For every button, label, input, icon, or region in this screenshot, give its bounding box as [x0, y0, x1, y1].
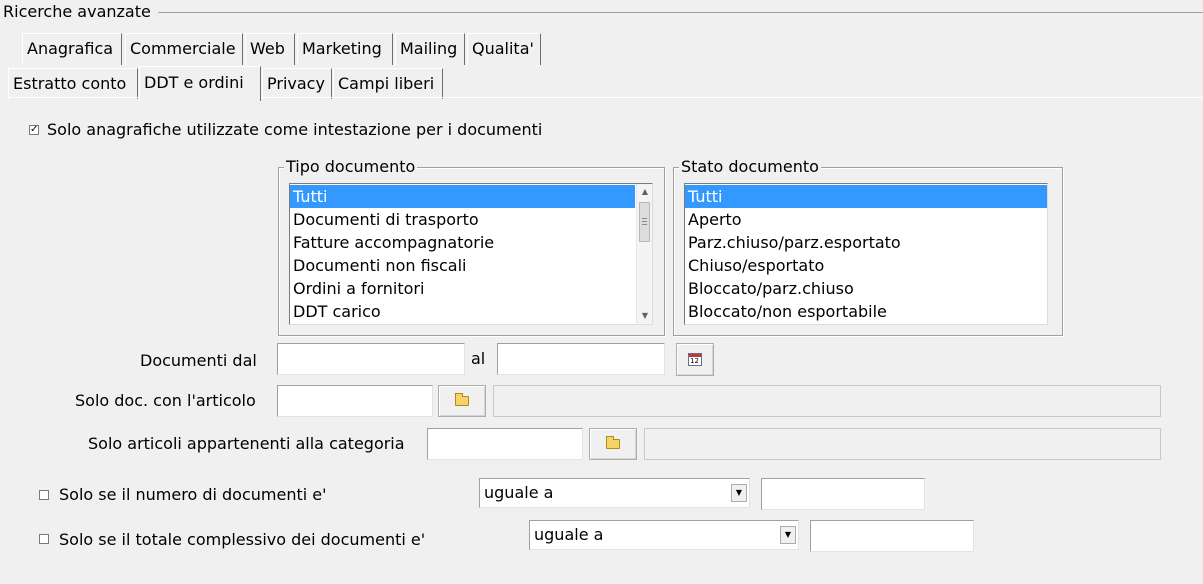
- categoria-code-input[interactable]: [427, 428, 583, 460]
- documenti-dal-input[interactable]: [277, 343, 465, 375]
- calendar-icon: 12: [688, 353, 702, 366]
- solo-anagrafiche-checkbox[interactable]: ✓: [29, 125, 39, 135]
- list-item[interactable]: Fatture accompagnatorie: [290, 231, 635, 254]
- totale-documenti-checkbox[interactable]: [39, 534, 49, 544]
- scroll-up-icon[interactable]: ▲: [637, 184, 652, 200]
- categoria-browse-button[interactable]: [589, 428, 637, 460]
- documenti-dal-label: Documenti dal: [140, 351, 257, 370]
- stato-documento-title: Stato documento: [679, 157, 821, 177]
- solo-categoria-label: Solo articoli appartenenti alla categori…: [88, 434, 405, 453]
- list-item[interactable]: Documenti non fiscali: [290, 254, 635, 277]
- list-item[interactable]: Chiuso/esportato: [685, 254, 1047, 277]
- list-item[interactable]: Parz.chiuso/parz.esportato: [685, 231, 1047, 254]
- tab-qualita[interactable]: Qualita': [467, 33, 541, 65]
- list-item[interactable]: Ordini a fornitori: [290, 277, 635, 300]
- folder-icon: [455, 393, 469, 406]
- numero-documenti-checkbox[interactable]: [39, 490, 49, 500]
- list-item[interactable]: Documenti di trasporto: [290, 208, 635, 231]
- group-title: Ricerche avanzate: [3, 2, 151, 21]
- folder-icon: [606, 436, 620, 449]
- vertical-scrollbar[interactable]: ▲ ▼: [636, 184, 652, 324]
- tab-marketing[interactable]: Marketing: [297, 33, 393, 65]
- scroll-down-icon[interactable]: ▼: [637, 308, 652, 324]
- numero-documenti-value-input[interactable]: [761, 478, 925, 510]
- tab-commerciale[interactable]: Commerciale: [125, 33, 243, 65]
- totale-documenti-label: Solo se il totale complessivo dei docume…: [59, 530, 426, 549]
- scroll-thumb[interactable]: [639, 202, 650, 242]
- categoria-description-field: [644, 428, 1161, 460]
- tipo-documento-title: Tipo documento: [284, 157, 418, 177]
- totale-documenti-operator-select[interactable]: uguale a ▼: [529, 520, 799, 550]
- articolo-description-field: [493, 385, 1161, 417]
- al-label: al: [471, 349, 486, 368]
- group-divider: [158, 12, 1203, 13]
- totale-documenti-value-input[interactable]: [810, 520, 974, 552]
- chevron-down-icon[interactable]: ▼: [780, 526, 796, 544]
- tab-campi-liberi[interactable]: Campi liberi: [333, 68, 443, 99]
- tab-anagrafica[interactable]: Anagrafica: [22, 33, 122, 65]
- articolo-code-input[interactable]: [277, 385, 433, 417]
- tab-estratto-conto[interactable]: Estratto conto: [8, 68, 138, 99]
- tab-privacy[interactable]: Privacy: [262, 68, 332, 99]
- list-item[interactable]: Bloccato/non esportabile: [685, 300, 1047, 323]
- tab-mailing[interactable]: Mailing: [395, 33, 465, 65]
- chevron-down-icon[interactable]: ▼: [731, 484, 747, 502]
- solo-articolo-label: Solo doc. con l'articolo: [75, 391, 256, 410]
- list-item[interactable]: Tutti: [290, 185, 635, 208]
- solo-anagrafiche-label: Solo anagrafiche utilizzate come intesta…: [47, 120, 543, 139]
- numero-documenti-operator-select[interactable]: uguale a ▼: [479, 478, 750, 508]
- list-item[interactable]: Aperto: [685, 208, 1047, 231]
- documenti-al-input[interactable]: [497, 343, 665, 375]
- calendar-button[interactable]: 12: [676, 343, 714, 376]
- tipo-documento-listbox[interactable]: Tutti Documenti di trasporto Fatture acc…: [289, 183, 653, 325]
- operator-value: uguale a: [484, 483, 554, 502]
- tab-web[interactable]: Web: [245, 33, 295, 65]
- list-item[interactable]: DDT carico: [290, 300, 635, 323]
- articolo-browse-button[interactable]: [438, 385, 486, 417]
- list-item[interactable]: Tutti: [685, 185, 1047, 208]
- tab-ddt-e-ordini[interactable]: DDT e ordini: [139, 66, 261, 101]
- list-item[interactable]: Bloccato/parz.chiuso: [685, 277, 1047, 300]
- numero-documenti-label: Solo se il numero di documenti e': [59, 485, 327, 504]
- operator-value: uguale a: [534, 525, 604, 544]
- stato-documento-listbox[interactable]: Tutti Aperto Parz.chiuso/parz.esportato …: [684, 183, 1048, 325]
